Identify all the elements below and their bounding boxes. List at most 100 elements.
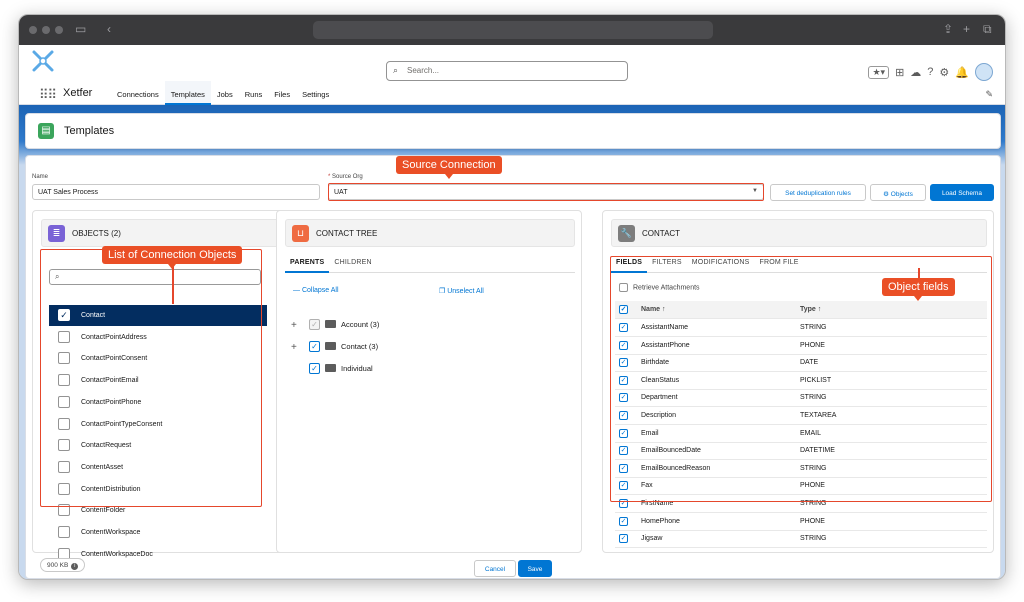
tab-from-file[interactable]: FROM FILE: [754, 253, 803, 273]
table-row[interactable]: ✓ Fax PHONE: [615, 477, 987, 496]
checkbox-checked-icon[interactable]: ✓: [309, 319, 320, 330]
minimize-window-icon[interactable]: [42, 26, 50, 34]
global-search-input[interactable]: ⌕ Search...: [386, 61, 628, 81]
unselect-all-link[interactable]: ❐ Unselect All: [439, 287, 484, 295]
objects-button[interactable]: ⚙ Objects: [870, 184, 926, 201]
close-window-icon[interactable]: [29, 26, 37, 34]
nav-connections[interactable]: Connections: [111, 81, 165, 105]
table-row[interactable]: ✓ Birthdate DATE: [615, 354, 987, 373]
row-checkbox[interactable]: ✓: [619, 393, 628, 403]
list-item[interactable]: ContactPointConsent: [49, 348, 267, 369]
row-checkbox[interactable]: ✓: [619, 411, 628, 420]
table-row[interactable]: ✓ EmailBouncedDate DATETIME: [615, 442, 987, 461]
row-checkbox[interactable]: ✓: [619, 534, 628, 544]
table-row[interactable]: ✓ Jigsaw STRING: [615, 530, 987, 549]
retrieve-attachments-checkbox[interactable]: Retrieve Attachments: [619, 283, 700, 292]
list-item[interactable]: ✓ Contact: [49, 305, 267, 326]
app-launcher-icon[interactable]: ⠿⠿: [39, 87, 57, 103]
save-button[interactable]: Save: [518, 560, 552, 577]
notifications-bell-icon[interactable]: 🔔: [955, 66, 969, 79]
share-icon[interactable]: ⇪: [943, 22, 953, 36]
row-checkbox[interactable]: ✓: [619, 375, 628, 385]
table-row[interactable]: ✓ FirstName STRING: [615, 495, 987, 513]
row-checkbox[interactable]: ✓: [619, 358, 628, 368]
cancel-button[interactable]: Cancel: [474, 560, 516, 577]
checkbox-checked-icon[interactable]: ✓: [58, 309, 70, 321]
tab-overview-icon[interactable]: ⧉: [983, 22, 992, 37]
table-row[interactable]: ✓ AssistantName STRING: [615, 319, 987, 337]
row-checkbox[interactable]: ✓: [619, 428, 628, 438]
type-column-header[interactable]: Type ↑: [800, 306, 821, 313]
expand-icon[interactable]: +: [291, 320, 297, 331]
expand-icon[interactable]: +: [291, 342, 297, 353]
trailhead-icon[interactable]: ☁: [910, 66, 921, 79]
select-all-checkbox[interactable]: ✓: [619, 305, 628, 314]
list-item[interactable]: ContentDistribution: [49, 479, 267, 500]
new-tab-icon[interactable]: +: [963, 22, 970, 36]
table-row[interactable]: ✓ Department STRING: [615, 389, 987, 408]
row-checkbox[interactable]: ✓: [619, 516, 628, 526]
table-row[interactable]: ✓ EmailBouncedReason STRING: [615, 460, 987, 478]
zoom-window-icon[interactable]: [55, 26, 63, 34]
checkbox-icon[interactable]: [58, 439, 70, 452]
nav-settings[interactable]: Settings: [296, 81, 335, 105]
list-item[interactable]: ContactRequest: [49, 435, 267, 456]
edit-nav-icon[interactable]: ✎: [985, 89, 993, 100]
table-row[interactable]: ✓ Description TEXTAREA: [615, 407, 987, 425]
table-row[interactable]: ✓ AssistantPhone PHONE: [615, 337, 987, 355]
list-item[interactable]: ContentAsset: [49, 457, 267, 478]
checkbox-icon[interactable]: [58, 352, 70, 365]
source-org-select[interactable]: UAT ▼: [328, 184, 764, 200]
row-checkbox[interactable]: ✓: [619, 323, 628, 332]
checkbox-icon[interactable]: [58, 504, 70, 517]
name-field[interactable]: UAT Sales Process: [32, 184, 320, 200]
address-bar[interactable]: [313, 21, 713, 39]
checkbox-icon[interactable]: [58, 460, 70, 473]
sidebar-toggle-icon[interactable]: ▭: [75, 22, 86, 36]
back-arrow-icon[interactable]: ‹: [107, 22, 111, 36]
nav-jobs[interactable]: Jobs: [211, 81, 239, 105]
tab-children[interactable]: CHILDREN: [329, 253, 376, 273]
checkbox-icon[interactable]: [58, 374, 70, 387]
nav-files[interactable]: Files: [268, 81, 296, 105]
list-item[interactable]: ContactPointEmail: [49, 370, 267, 391]
help-icon[interactable]: ?: [927, 66, 933, 78]
list-item[interactable]: ContactPointAddress: [49, 327, 267, 348]
name-column-header[interactable]: Name ↑: [641, 306, 666, 313]
row-checkbox[interactable]: ✓: [619, 499, 628, 508]
objects-search-input[interactable]: ⌕: [49, 269, 261, 285]
nav-runs[interactable]: Runs: [239, 81, 269, 105]
list-item[interactable]: ContactPointTypeConsent: [49, 414, 267, 435]
field-name-cell: HomePhone: [641, 517, 680, 525]
info-icon[interactable]: i: [71, 563, 79, 570]
checkbox-checked-icon[interactable]: ✓: [309, 363, 320, 374]
checkbox-icon[interactable]: [58, 482, 70, 495]
tab-fields[interactable]: FIELDS: [611, 253, 648, 273]
favorites-icon[interactable]: ★▾: [868, 65, 890, 79]
list-item[interactable]: ContentWorkspace: [49, 522, 267, 543]
table-row[interactable]: ✓ CleanStatus PICKLIST: [615, 372, 987, 390]
row-checkbox[interactable]: ✓: [619, 481, 628, 491]
row-checkbox[interactable]: ✓: [619, 340, 628, 350]
row-checkbox[interactable]: ✓: [619, 463, 628, 473]
tab-parents[interactable]: PARENTS: [285, 253, 330, 273]
tab-filters[interactable]: FILTERS: [647, 253, 687, 273]
tab-modifications[interactable]: MODIFICATIONS: [687, 253, 755, 273]
checkbox-icon[interactable]: [58, 526, 70, 538]
list-item[interactable]: ContentFolder: [49, 500, 267, 521]
nav-templates[interactable]: Templates: [164, 81, 211, 105]
checkbox-icon[interactable]: [58, 395, 70, 408]
collapse-all-link[interactable]: — Collapse All: [293, 287, 339, 294]
table-row[interactable]: ✓ Email EMAIL: [615, 425, 987, 443]
avatar[interactable]: [975, 63, 993, 81]
checkbox-icon[interactable]: [58, 417, 70, 430]
checkbox-icon[interactable]: [58, 330, 70, 343]
table-row[interactable]: ✓ HomePhone PHONE: [615, 513, 987, 531]
checkbox-checked-icon[interactable]: ✓: [309, 341, 320, 352]
gear-icon[interactable]: ⚙: [939, 66, 949, 79]
list-item[interactable]: ContactPointPhone: [49, 392, 267, 413]
set-deduplication-button[interactable]: Set deduplication rules: [770, 184, 866, 201]
load-schema-button[interactable]: Load Schema: [930, 184, 994, 201]
row-checkbox[interactable]: ✓: [619, 446, 628, 456]
add-icon[interactable]: ⊞: [895, 66, 904, 79]
